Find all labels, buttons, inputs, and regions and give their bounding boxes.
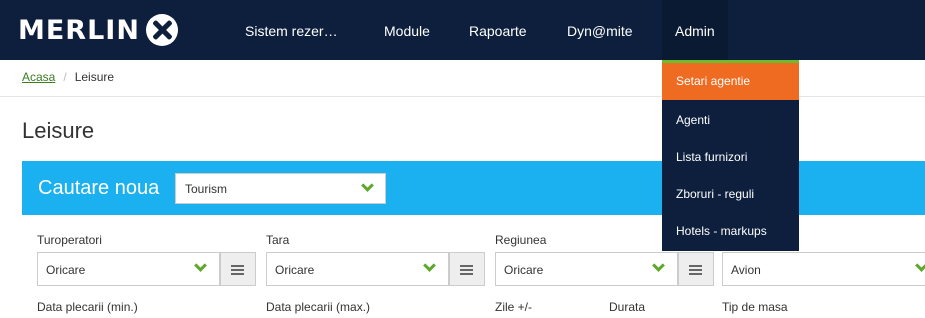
country-label: Tara bbox=[266, 233, 290, 247]
meal-type-label: Tip de masa bbox=[722, 300, 788, 314]
chevron-down-icon bbox=[194, 259, 207, 272]
search-title: Cautare noua bbox=[38, 177, 160, 199]
menu-item-lista-furnizori[interactable]: Lista furnizori bbox=[662, 139, 799, 176]
chevron-down-icon bbox=[423, 259, 436, 272]
tour-operators-value: Oricare bbox=[46, 263, 86, 277]
nav-sistem-rezervari[interactable]: Sistem rezer… bbox=[245, 0, 338, 60]
breadcrumb-current: Leisure bbox=[74, 70, 115, 84]
menu-item-zboruri-reguli[interactable]: Zboruri - reguli bbox=[662, 176, 799, 213]
departure-max-label: Data plecarii (max.) bbox=[266, 300, 371, 314]
chevron-down-icon bbox=[915, 259, 925, 272]
tour-operators-select[interactable]: Oricare bbox=[37, 252, 220, 286]
menu-item-setari-agentie[interactable]: Setari agentie bbox=[662, 63, 799, 100]
menu-item-hotels-markups[interactable]: Hotels - markups bbox=[662, 213, 799, 250]
region-select[interactable]: Oricare bbox=[495, 252, 678, 286]
region-label: Regiunea bbox=[495, 233, 547, 247]
chevron-down-icon bbox=[361, 179, 374, 192]
breadcrumb-home-link[interactable]: Acasa bbox=[22, 70, 55, 84]
days-label: Zile +/- bbox=[495, 300, 533, 314]
breadcrumb: Acasa / Leisure bbox=[22, 70, 114, 84]
tour-operators-label: Turoperatori bbox=[37, 233, 102, 247]
transport-value: Avion bbox=[731, 263, 761, 277]
nav-module[interactable]: Module bbox=[384, 0, 430, 60]
chevron-down-icon bbox=[652, 259, 665, 272]
nav-dynamite[interactable]: Dyn@mite bbox=[567, 0, 633, 60]
menu-item-agenti[interactable]: Agenti bbox=[662, 102, 799, 139]
country-select[interactable]: Oricare bbox=[266, 252, 449, 286]
admin-dropdown-menu: Setari agentie Agenti Lista furnizori Zb… bbox=[662, 60, 799, 251]
transport-select[interactable]: Avion bbox=[722, 252, 925, 286]
tour-operators-list-button[interactable] bbox=[220, 252, 256, 286]
merlin-logo[interactable]: MERLIN bbox=[18, 13, 178, 47]
duration-label: Durata bbox=[609, 300, 646, 314]
nav-rapoarte[interactable]: Rapoarte bbox=[469, 0, 527, 60]
departure-min-label: Data plecarii (min.) bbox=[37, 300, 138, 314]
logo-x-icon bbox=[145, 14, 178, 46]
search-type-value: Tourism bbox=[185, 182, 228, 196]
logo-text: MERLIN bbox=[18, 14, 140, 46]
region-value: Oricare bbox=[504, 263, 544, 277]
nav-admin[interactable]: Admin bbox=[662, 0, 728, 60]
top-navbar: MERLIN Sistem rezer… Module Rapoarte Dyn… bbox=[0, 0, 925, 60]
breadcrumb-separator: / bbox=[63, 70, 67, 84]
country-list-button[interactable] bbox=[449, 252, 485, 286]
region-list-button[interactable] bbox=[678, 252, 714, 286]
page-title: Leisure bbox=[22, 118, 95, 143]
search-type-select[interactable]: Tourism bbox=[175, 173, 386, 204]
country-value: Oricare bbox=[275, 263, 315, 277]
